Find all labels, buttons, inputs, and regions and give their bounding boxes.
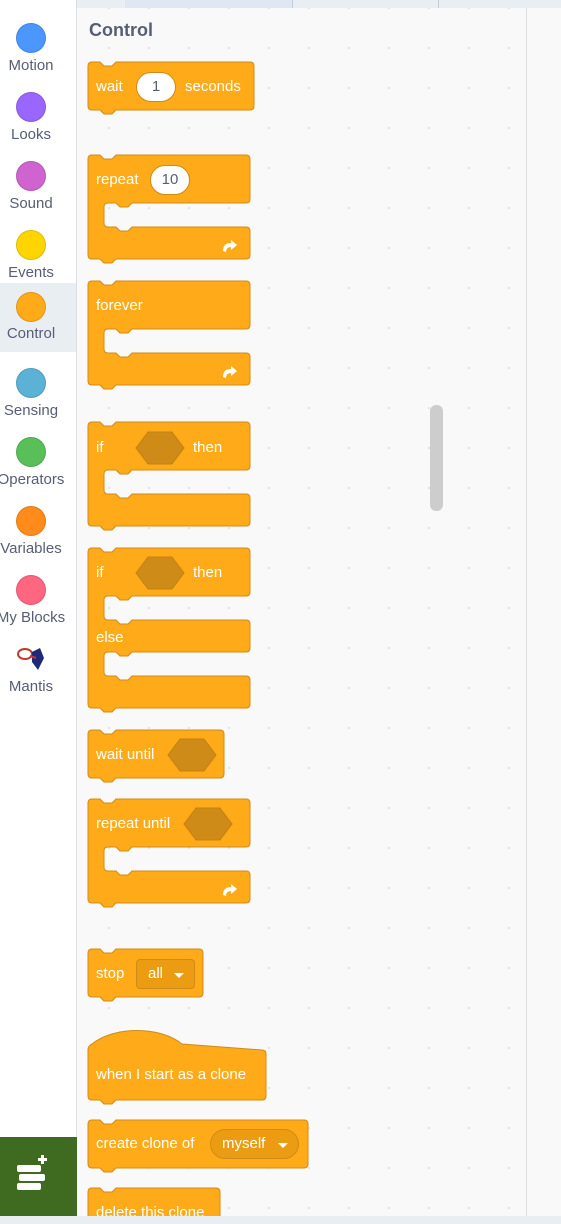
wait-seconds-input[interactable]: 1 bbox=[136, 72, 176, 102]
then-label: then bbox=[193, 439, 223, 456]
looks-dot-icon bbox=[16, 92, 46, 122]
category-label: Operators bbox=[0, 471, 65, 488]
category-motion[interactable]: Motion bbox=[0, 8, 76, 77]
category-events[interactable]: Events bbox=[0, 215, 76, 284]
category-label: Sound bbox=[9, 195, 53, 212]
category-variables[interactable]: Variables bbox=[0, 491, 76, 560]
category-looks[interactable]: Looks bbox=[0, 77, 76, 146]
category-label: My Blocks bbox=[0, 609, 66, 626]
delete-clone-label: delete this clone bbox=[96, 1204, 205, 1216]
block-shapes bbox=[87, 61, 309, 1216]
category-my-blocks[interactable]: My Blocks bbox=[0, 560, 76, 629]
repeat-label: repeat bbox=[96, 171, 139, 188]
repeat-until-label: repeat until bbox=[96, 815, 171, 832]
sound-dot-icon bbox=[16, 161, 46, 191]
wait-label: wait bbox=[96, 78, 123, 95]
clone-target-dropdown[interactable]: myself bbox=[210, 1129, 299, 1159]
chevron-down-icon bbox=[278, 1143, 288, 1148]
category-label: Motion bbox=[8, 57, 54, 74]
motion-dot-icon bbox=[16, 23, 46, 53]
category-label: Events bbox=[8, 264, 54, 281]
category-label: Sensing bbox=[3, 402, 59, 419]
create-clone-label: create clone of bbox=[96, 1135, 195, 1152]
category-sensing[interactable]: Sensing bbox=[0, 353, 76, 422]
control-dot-icon bbox=[16, 292, 46, 322]
blocks-flyout[interactable]: Control wait 1 seconds repeat 10 forever if the… bbox=[77, 8, 526, 1216]
add-extension-button[interactable] bbox=[0, 1137, 77, 1217]
dropdown-value: all bbox=[148, 965, 164, 982]
category-mantis[interactable]: Mantis bbox=[0, 629, 76, 698]
operators-dot-icon bbox=[16, 437, 46, 467]
flyout-scrollbar[interactable] bbox=[430, 405, 443, 511]
tab-costumes[interactable] bbox=[293, 0, 439, 8]
if-label: if bbox=[96, 564, 104, 581]
category-label: Control bbox=[6, 325, 56, 342]
mantis-extension-icon bbox=[17, 648, 44, 670]
chevron-down-icon bbox=[174, 973, 184, 978]
clone-start-label: when I start as a clone bbox=[96, 1066, 247, 1083]
repeat-count-input[interactable]: 10 bbox=[150, 165, 190, 195]
variables-dot-icon bbox=[16, 506, 46, 536]
my-blocks-dot-icon bbox=[16, 575, 46, 605]
category-label: Mantis bbox=[8, 678, 54, 695]
category-menu: Motion Looks Sound Events Control Sensing Oper… bbox=[0, 0, 77, 1216]
block-stack-area: wait 1 seconds repeat 10 forever if then if then e… bbox=[77, 8, 526, 1216]
else-label: else bbox=[96, 629, 124, 646]
tab-code[interactable] bbox=[125, 0, 293, 8]
events-dot-icon bbox=[16, 230, 46, 260]
stop-label: stop bbox=[96, 965, 125, 982]
forever-label: forever bbox=[96, 297, 143, 314]
stop-option-dropdown[interactable]: all bbox=[136, 959, 195, 989]
wait-seconds-label: seconds bbox=[185, 78, 241, 95]
top-tab-strip bbox=[0, 0, 561, 8]
category-label: Variables bbox=[0, 540, 62, 557]
bottom-edge bbox=[0, 1216, 561, 1224]
category-control[interactable]: Control bbox=[0, 283, 76, 352]
code-workspace[interactable] bbox=[526, 8, 561, 1216]
sensing-dot-icon bbox=[16, 368, 46, 398]
then-label: then bbox=[193, 564, 223, 581]
if-label: if bbox=[96, 439, 104, 456]
add-extension-icon bbox=[17, 1155, 47, 1190]
category-operators[interactable]: Operators bbox=[0, 422, 76, 491]
wait-until-label: wait until bbox=[96, 746, 155, 763]
dropdown-value: myself bbox=[222, 1135, 266, 1152]
category-label: Looks bbox=[10, 126, 52, 143]
category-sound[interactable]: Sound bbox=[0, 146, 76, 215]
